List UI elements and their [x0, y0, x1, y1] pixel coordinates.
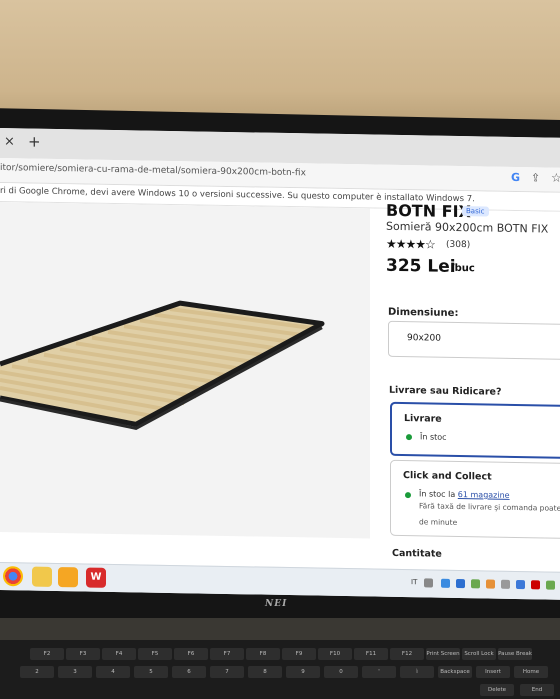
- key[interactable]: 8: [248, 666, 282, 678]
- dimension-label: Dimensiune:: [388, 306, 459, 320]
- key[interactable]: 7: [210, 666, 244, 678]
- key[interactable]: F11: [354, 648, 388, 660]
- click-collect-stock: În stoc la 61 magazine: [419, 489, 510, 500]
- in-stock-dot-icon: [405, 492, 411, 499]
- function-key-row: F2 F3 F4 F5 F6 F7 F8 F9 F10 F11 F12 Print Screen Scr…: [0, 648, 560, 662]
- product-price: 325 Lei: [386, 255, 456, 277]
- key[interactable]: Pause Break: [498, 648, 532, 660]
- network-icon[interactable]: [501, 579, 510, 589]
- key[interactable]: Backspace: [438, 666, 472, 678]
- key[interactable]: End: [520, 684, 554, 696]
- tray-app-icon[interactable]: [486, 579, 495, 589]
- language-indicator[interactable]: IT: [411, 578, 417, 586]
- key[interactable]: 6: [172, 666, 206, 678]
- keyboard-tray-icon[interactable]: [424, 578, 433, 588]
- chrome-app-icon[interactable]: [3, 566, 23, 587]
- monitor-screen: × + itor/somiere/somiera-cu-rama-de-meta…: [0, 128, 560, 600]
- dimension-select[interactable]: 90x200: [388, 320, 560, 361]
- click-collect-note-cont: de minute: [419, 517, 458, 527]
- volume-icon[interactable]: [546, 580, 555, 590]
- google-icon[interactable]: G: [511, 171, 520, 184]
- tray-app-icon[interactable]: [441, 578, 450, 588]
- key[interactable]: F9: [282, 648, 316, 660]
- key[interactable]: 3: [58, 666, 92, 678]
- click-collect-note: Fără taxă de livrare și comanda poate fi: [419, 501, 560, 513]
- click-and-collect-option[interactable]: Click and Collect În stoc la 61 magazine…: [390, 459, 560, 540]
- key[interactable]: 5: [134, 666, 168, 678]
- key[interactable]: 4: [96, 666, 130, 678]
- key[interactable]: Insert: [476, 666, 510, 678]
- product-page: BOTN FIX Basic Somieră 90x200cm BOTN FIX…: [0, 200, 560, 572]
- key[interactable]: F4: [102, 648, 136, 660]
- key[interactable]: F2: [30, 648, 64, 660]
- key[interactable]: ': [362, 666, 396, 678]
- key[interactable]: 0: [324, 666, 358, 678]
- wps-office-icon[interactable]: W: [86, 567, 106, 588]
- delivery-option[interactable]: Livrare În stoc: [390, 401, 560, 460]
- close-tab-icon[interactable]: ×: [4, 134, 15, 149]
- key[interactable]: F7: [210, 648, 244, 660]
- url-text[interactable]: itor/somiere/somiera-cu-rama-de-metal/so…: [0, 163, 306, 178]
- key[interactable]: Home: [514, 666, 548, 678]
- security-tray-icon[interactable]: [531, 580, 540, 590]
- key[interactable]: Scroll Lock: [462, 648, 496, 660]
- key[interactable]: F3: [66, 648, 100, 660]
- key[interactable]: F5: [138, 648, 172, 660]
- tray-app-icon[interactable]: [456, 578, 465, 589]
- key[interactable]: ì: [400, 666, 434, 678]
- cloud-tray-icon[interactable]: [471, 579, 480, 589]
- price-unit: /buc: [451, 262, 475, 275]
- slatted-bed-base-image: [0, 300, 325, 430]
- delivery-question: Livrare sau Ridicare?: [389, 384, 502, 398]
- nav-key-row: Delete End: [0, 684, 560, 698]
- bookmark-star-icon[interactable]: ☆: [551, 171, 560, 185]
- key[interactable]: F10: [318, 648, 352, 660]
- key[interactable]: 2: [20, 666, 54, 678]
- product-title: Somieră 90x200cm BOTN FIX: [386, 219, 549, 236]
- media-player-icon[interactable]: [58, 567, 78, 588]
- basic-badge: Basic: [462, 206, 489, 217]
- key[interactable]: Delete: [480, 684, 514, 696]
- product-brand: BOTN FIX: [386, 200, 471, 222]
- key[interactable]: F8: [246, 648, 280, 660]
- tray-app-icon[interactable]: [516, 580, 525, 590]
- product-image[interactable]: [0, 202, 370, 539]
- quantity-label: Cantitate: [392, 547, 442, 560]
- number-key-row: 2 3 4 5 6 7 8 9 0 ' ì Backspace Insert Home: [0, 666, 560, 680]
- delivery-option-title: Livrare: [404, 413, 442, 425]
- rating-stars[interactable]: ★★★★☆: [386, 237, 435, 252]
- key[interactable]: F12: [390, 648, 424, 660]
- monitor-brand-logo: NEI: [265, 599, 288, 609]
- keyboard: F2 F3 F4 F5 F6 F7 F8 F9 F10 F11 F12 Print Screen Scr…: [0, 640, 560, 699]
- dimension-value: 90x200: [407, 333, 441, 344]
- share-icon[interactable]: ⇪: [531, 171, 540, 184]
- stores-link[interactable]: 61 magazine: [458, 490, 510, 500]
- key[interactable]: F6: [174, 648, 208, 660]
- delivery-stock-text: În stoc: [420, 432, 447, 442]
- in-stock-dot-icon: [406, 434, 412, 441]
- explorer-folder-icon[interactable]: [32, 566, 52, 587]
- review-count[interactable]: (308): [446, 240, 470, 250]
- stock-prefix: În stoc la: [419, 489, 458, 499]
- key[interactable]: Print Screen: [426, 648, 460, 660]
- key[interactable]: 9: [286, 666, 320, 678]
- new-tab-button[interactable]: +: [28, 132, 41, 150]
- click-collect-title: Click and Collect: [403, 470, 492, 483]
